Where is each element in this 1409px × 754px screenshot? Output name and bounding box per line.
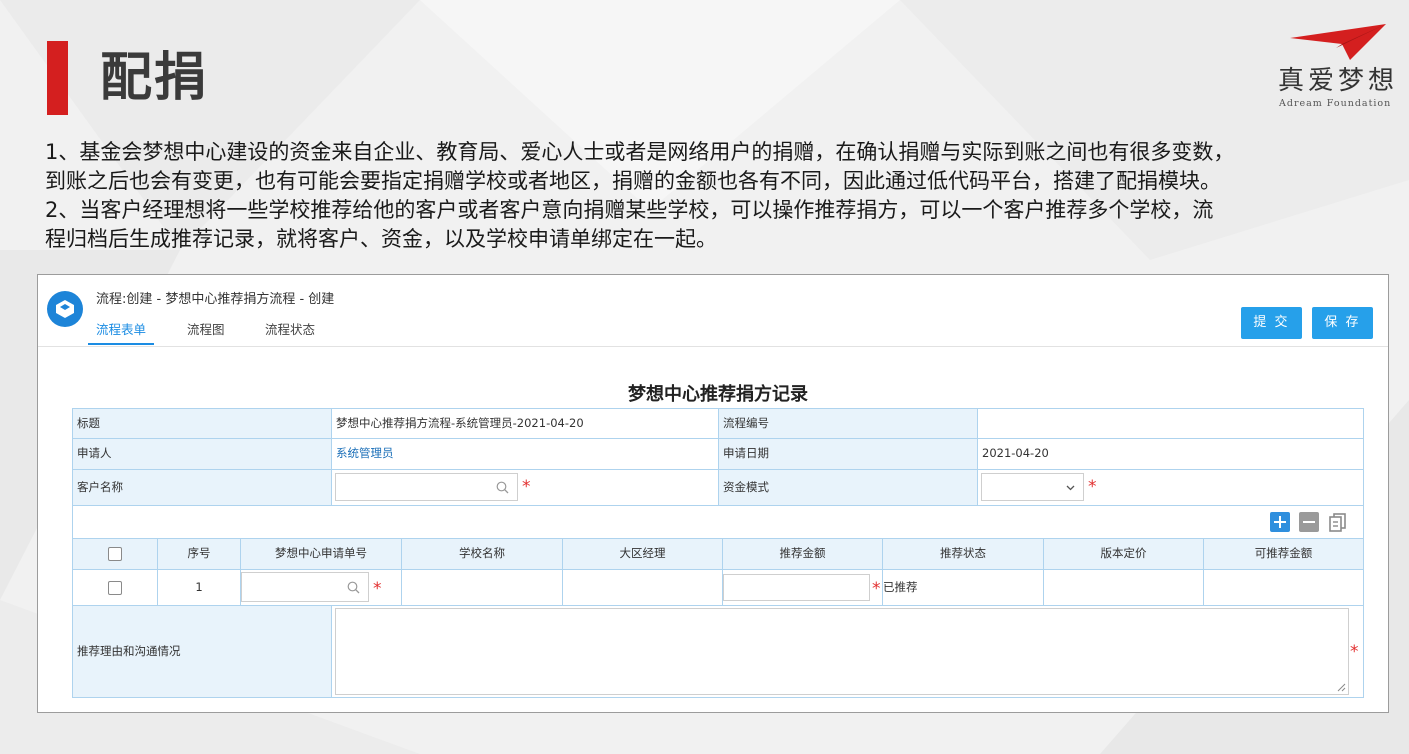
table-row-select — [72, 569, 158, 606]
column-header: 推荐状态 — [882, 538, 1044, 570]
chevron-down-icon — [1066, 485, 1075, 491]
column-header: 梦想中心申请单号 — [240, 538, 402, 570]
header-select-all — [72, 538, 158, 570]
amount-input[interactable] — [723, 574, 870, 601]
paper-plane-icon — [1290, 24, 1386, 60]
status-cell: 已推荐 — [882, 569, 1044, 606]
apply-date-label: 申请日期 — [718, 438, 978, 470]
apply-date-value: 2021-04-20 — [977, 438, 1364, 470]
reason-cell: * — [331, 605, 1364, 698]
title-accent-bar — [47, 41, 68, 115]
paragraph-line-4: 程归档后生成推荐记录，就将客户、资金，以及学校申请单绑定在一起。 — [45, 227, 717, 251]
required-mark: * — [872, 579, 881, 599]
fund-mode-cell: * — [977, 469, 1364, 506]
row-seq: 1 — [157, 569, 241, 606]
manager-cell — [562, 569, 723, 606]
reason-textarea[interactable] — [335, 608, 1349, 695]
app-no-input[interactable] — [241, 572, 369, 602]
price-cell — [1043, 569, 1204, 606]
reason-label: 推荐理由和沟通情况 — [72, 605, 332, 698]
customer-input[interactable] — [335, 473, 518, 501]
fund-mode-label: 资金模式 — [718, 469, 978, 506]
resize-handle-icon[interactable] — [1337, 683, 1346, 692]
select-all-checkbox[interactable] — [108, 547, 122, 561]
applicant-value[interactable]: 系统管理员 — [331, 438, 719, 470]
required-mark: * — [373, 579, 382, 599]
required-mark: * — [1088, 477, 1097, 497]
app-window: 流程:创建 - 梦想中心推荐捐方流程 - 创建 流程表单 流程图 流程状态 提 … — [37, 274, 1389, 713]
search-icon[interactable] — [496, 481, 509, 494]
required-mark: * — [522, 477, 531, 497]
applicant-label: 申请人 — [72, 438, 332, 470]
process-no-value — [977, 408, 1364, 439]
add-row-icon[interactable] — [1270, 512, 1290, 532]
column-header: 可推荐金额 — [1203, 538, 1364, 570]
app-header: 流程:创建 - 梦想中心推荐捐方流程 - 创建 流程表单 流程图 流程状态 提 … — [38, 275, 1388, 347]
required-mark: * — [1350, 642, 1359, 662]
customer-cell: * — [331, 469, 719, 506]
column-header: 推荐金额 — [722, 538, 883, 570]
process-title: 流程:创建 - 梦想中心推荐捐方流程 - 创建 — [96, 292, 335, 307]
paragraph-line-3: 2、当客户经理想将一些学校推荐给他的客户或者客户意向捐赠某些学校，可以操作推荐捐… — [45, 198, 1214, 222]
detail-toolbar — [72, 505, 1364, 539]
form-container: 梦想中心推荐捐方记录 标题 梦想中心推荐捐方流程-系统管理员-2021-04-2… — [72, 377, 1364, 698]
app-no-cell: * — [240, 569, 402, 606]
active-tab-indicator — [88, 343, 154, 345]
column-header: 序号 — [157, 538, 241, 570]
paragraph-line-1: 1、基金会梦想中心建设的资金来自企业、教育局、爱心人士或者是网络用户的捐赠，在确… — [45, 140, 1235, 164]
row-checkbox[interactable] — [108, 581, 122, 595]
tab-status[interactable]: 流程状态 — [265, 319, 315, 338]
title-value: 梦想中心推荐捐方流程-系统管理员-2021-04-20 — [331, 408, 719, 439]
logo-chinese-name: 真爱梦想 — [1278, 66, 1399, 96]
title-label: 标题 — [72, 408, 332, 439]
tab-flowchart[interactable]: 流程图 — [187, 319, 225, 338]
brand-logo: 真爱梦想 Adream Foundation — [1276, 22, 1400, 112]
column-header: 学校名称 — [401, 538, 563, 570]
submit-button[interactable]: 提 交 — [1241, 307, 1302, 339]
logo-english-name: Adream Foundation — [1279, 98, 1392, 109]
tab-form[interactable]: 流程表单 — [96, 319, 146, 338]
app-logo-icon — [47, 291, 83, 327]
slide-title: 配捐 — [100, 48, 209, 108]
save-button[interactable]: 保 存 — [1312, 307, 1373, 339]
amount-cell: * — [722, 569, 883, 606]
column-header: 大区经理 — [562, 538, 723, 570]
remove-row-icon[interactable] — [1299, 512, 1319, 532]
customer-label: 客户名称 — [72, 469, 332, 506]
available-cell — [1203, 569, 1364, 606]
school-cell — [401, 569, 563, 606]
copy-row-icon[interactable] — [1328, 512, 1348, 532]
paragraph-line-2: 到账之后也会有变更，也有可能会要指定捐赠学校或者地区，捐赠的金额也各有不同，因此… — [45, 169, 1221, 193]
fund-mode-select[interactable] — [981, 473, 1084, 501]
column-header: 版本定价 — [1043, 538, 1204, 570]
search-icon[interactable] — [347, 581, 360, 594]
form-title: 梦想中心推荐捐方记录 — [628, 384, 808, 405]
process-no-label: 流程编号 — [718, 408, 978, 439]
